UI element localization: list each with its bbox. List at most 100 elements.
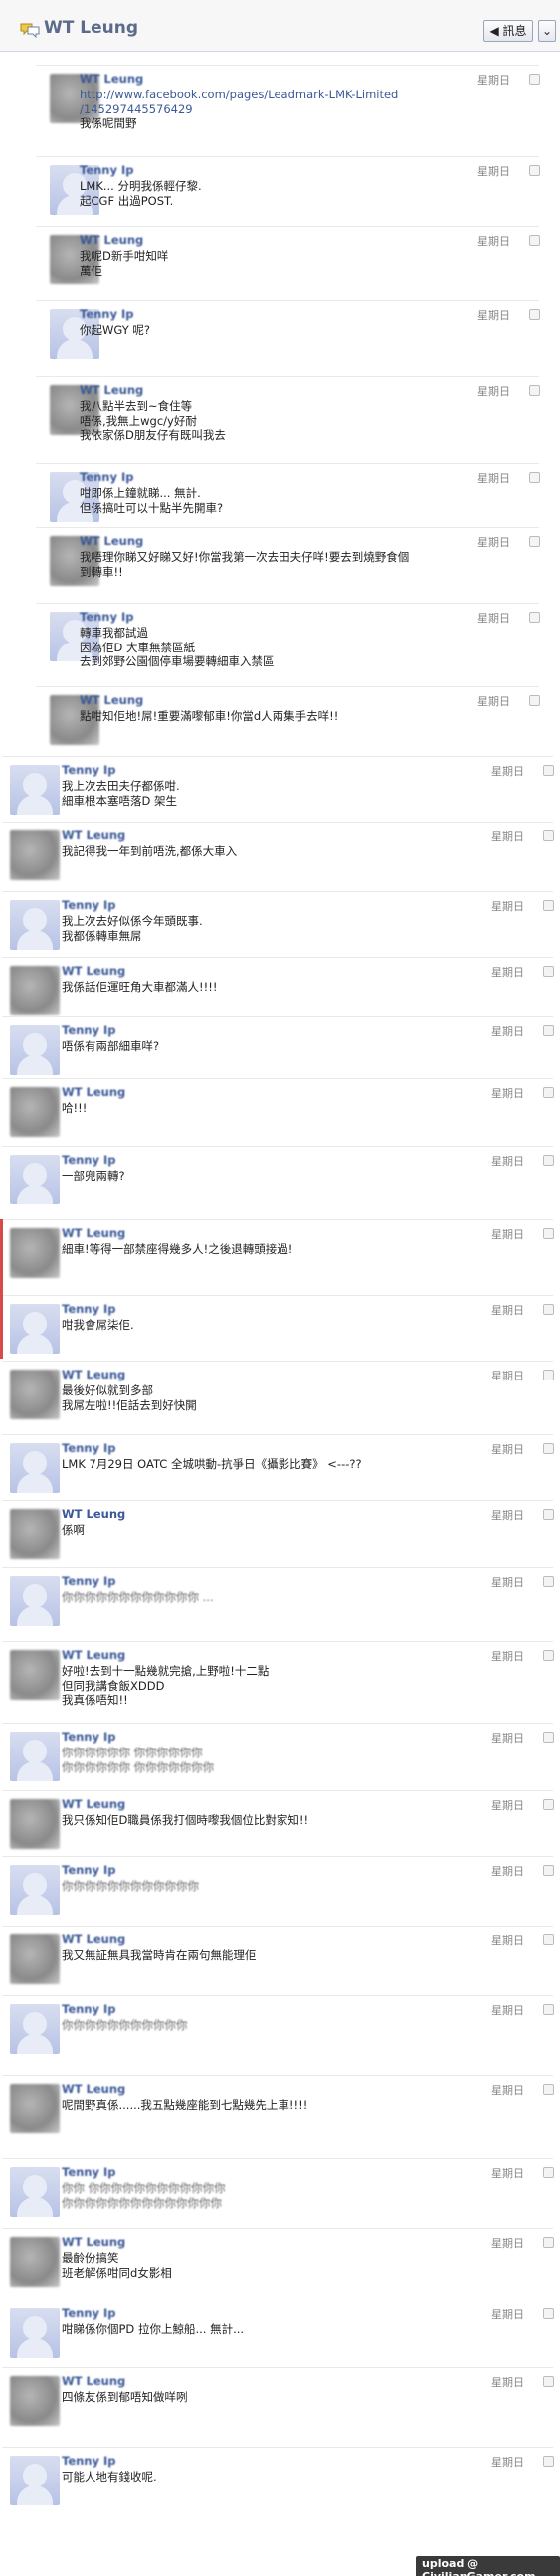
sender-name-link[interactable]: WT Leung <box>80 233 143 247</box>
message-select-checkbox[interactable] <box>543 1865 554 1876</box>
sender-avatar-wt-leung[interactable] <box>10 1799 60 1849</box>
back-to-messages-button[interactable]: ◀ 訊息 <box>483 20 533 42</box>
message-select-checkbox[interactable] <box>529 385 540 396</box>
sender-name-link[interactable]: WT Leung <box>62 1932 125 1946</box>
sender-name-link[interactable]: Tenny Ip <box>62 2306 116 2320</box>
sender-avatar-wt-leung[interactable] <box>10 1228 60 1278</box>
message-select-checkbox[interactable] <box>543 2004 554 2015</box>
sender-avatar-wt-leung[interactable] <box>10 2084 60 2133</box>
message-select-checkbox[interactable] <box>529 235 540 246</box>
sender-name-link[interactable]: Tenny Ip <box>80 610 134 624</box>
message-text: 我屌左啦!!佢話去到好快開 <box>62 1397 197 1412</box>
message-select-checkbox[interactable] <box>543 1304 554 1315</box>
sender-name-link[interactable]: WT Leung <box>62 2235 125 2249</box>
message-select-checkbox[interactable] <box>543 1732 554 1743</box>
sender-avatar-wt-leung[interactable] <box>10 1087 60 1137</box>
message-select-checkbox[interactable] <box>543 1025 554 1036</box>
message-select-checkbox[interactable] <box>543 1443 554 1454</box>
message-timestamp: 星期日 <box>491 1865 524 1878</box>
sender-name-link[interactable]: Tenny Ip <box>62 1574 116 1588</box>
sender-avatar-tenny-ip[interactable] <box>10 1576 60 1626</box>
sender-avatar-tenny-ip[interactable] <box>10 900 60 950</box>
message-select-checkbox[interactable] <box>529 695 540 706</box>
sender-name-link[interactable]: Tenny Ip <box>80 470 134 484</box>
message-text: 但同我講食飯XDDD <box>62 1678 165 1693</box>
sender-name-link[interactable]: WT Leung <box>62 1085 125 1099</box>
sender-avatar-tenny-ip[interactable] <box>10 765 60 815</box>
sender-avatar-tenny-ip[interactable] <box>10 2456 60 2505</box>
message-select-checkbox[interactable] <box>543 2456 554 2467</box>
sender-name-link[interactable]: Tenny Ip <box>62 1153 116 1167</box>
sender-name-link[interactable]: WT Leung <box>62 2374 125 2388</box>
sender-name-link[interactable]: Tenny Ip <box>62 2454 116 2468</box>
sender-avatar-tenny-ip[interactable] <box>10 1025 60 1075</box>
message-link[interactable]: /145297445576429 <box>80 102 193 117</box>
sender-name-link[interactable]: WT Leung <box>80 534 143 548</box>
sender-name-link[interactable]: Tenny Ip <box>62 2002 116 2016</box>
sender-avatar-tenny-ip[interactable] <box>10 2004 60 2054</box>
sender-avatar-wt-leung[interactable] <box>10 1650 60 1700</box>
message-select-checkbox[interactable] <box>543 900 554 911</box>
message-select-checkbox[interactable] <box>543 2237 554 2248</box>
message-select-checkbox[interactable] <box>543 1650 554 1661</box>
sender-avatar-tenny-ip[interactable] <box>10 1304 60 1354</box>
sender-name-link[interactable]: WT Leung <box>62 1368 125 1381</box>
sender-name-link[interactable]: WT Leung <box>62 1648 125 1662</box>
sender-name-link[interactable]: Tenny Ip <box>62 1441 116 1455</box>
message-select-checkbox[interactable] <box>543 2167 554 2178</box>
message-select-checkbox[interactable] <box>543 2376 554 2387</box>
sender-name-link[interactable]: WT Leung <box>62 1797 125 1811</box>
message-select-checkbox[interactable] <box>543 765 554 776</box>
sender-avatar-wt-leung[interactable] <box>10 2237 60 2287</box>
message-select-checkbox[interactable] <box>529 472 540 483</box>
sender-avatar-wt-leung[interactable] <box>10 830 60 880</box>
sender-name-link[interactable]: Tenny Ip <box>80 307 134 321</box>
sender-name-link[interactable]: WT Leung <box>62 964 125 978</box>
sender-name-link[interactable]: WT Leung <box>62 1226 125 1240</box>
sender-avatar-wt-leung[interactable] <box>10 1934 60 1984</box>
message-select-checkbox[interactable] <box>543 1370 554 1380</box>
message-select-checkbox[interactable] <box>543 1155 554 1166</box>
sender-name-link[interactable]: WT Leung <box>62 2082 125 2096</box>
sender-avatar-wt-leung[interactable] <box>10 966 60 1015</box>
message-link[interactable]: http://www.facebook.com/pages/Leadmark-L… <box>80 88 398 102</box>
sender-avatar-wt-leung[interactable] <box>10 1509 60 1559</box>
message-select-checkbox[interactable] <box>543 1087 554 1098</box>
message-select-checkbox[interactable] <box>543 1799 554 1810</box>
sender-name-link[interactable]: WT Leung <box>80 383 143 397</box>
more-options-button[interactable]: ⌄ <box>538 20 556 42</box>
sender-name-link[interactable]: Tenny Ip <box>80 163 134 177</box>
sender-avatar-wt-leung[interactable] <box>10 1370 60 1419</box>
sender-name-link[interactable]: WT Leung <box>62 1507 125 1521</box>
sender-avatar-tenny-ip[interactable] <box>10 2167 60 2217</box>
sender-name-link[interactable]: Tenny Ip <box>62 1730 116 1744</box>
message-select-checkbox[interactable] <box>543 1934 554 1945</box>
sender-avatar-wt-leung[interactable] <box>10 2376 60 2426</box>
sender-name-link[interactable]: Tenny Ip <box>62 1023 116 1037</box>
message-select-checkbox[interactable] <box>543 966 554 977</box>
message-select-checkbox[interactable] <box>529 612 540 623</box>
sender-avatar-tenny-ip[interactable] <box>10 1155 60 1204</box>
message-select-checkbox[interactable] <box>529 165 540 176</box>
message-select-checkbox[interactable] <box>529 536 540 547</box>
sender-name-link[interactable]: Tenny Ip <box>62 763 116 777</box>
sender-name-link[interactable]: Tenny Ip <box>62 1863 116 1877</box>
sender-avatar-tenny-ip[interactable] <box>10 2308 60 2358</box>
sender-name-link[interactable]: Tenny Ip <box>62 1302 116 1316</box>
sender-name-link[interactable]: WT Leung <box>80 693 143 707</box>
message-select-checkbox[interactable] <box>543 830 554 841</box>
sender-name-link[interactable]: WT Leung <box>62 828 125 842</box>
message-select-checkbox[interactable] <box>543 1228 554 1239</box>
message-select-checkbox[interactable] <box>529 309 540 320</box>
sender-avatar-tenny-ip[interactable] <box>10 1443 60 1493</box>
message-select-checkbox[interactable] <box>529 74 540 85</box>
sender-avatar-tenny-ip[interactable] <box>10 1865 60 1915</box>
sender-avatar-tenny-ip[interactable] <box>10 1732 60 1781</box>
message-select-checkbox[interactable] <box>543 2084 554 2095</box>
sender-name-link[interactable]: Tenny Ip <box>62 898 116 912</box>
sender-name-link[interactable]: Tenny Ip <box>62 2165 116 2179</box>
message-select-checkbox[interactable] <box>543 1576 554 1587</box>
message-select-checkbox[interactable] <box>543 2308 554 2319</box>
message-select-checkbox[interactable] <box>543 1509 554 1520</box>
sender-name-link[interactable]: WT Leung <box>80 72 143 86</box>
